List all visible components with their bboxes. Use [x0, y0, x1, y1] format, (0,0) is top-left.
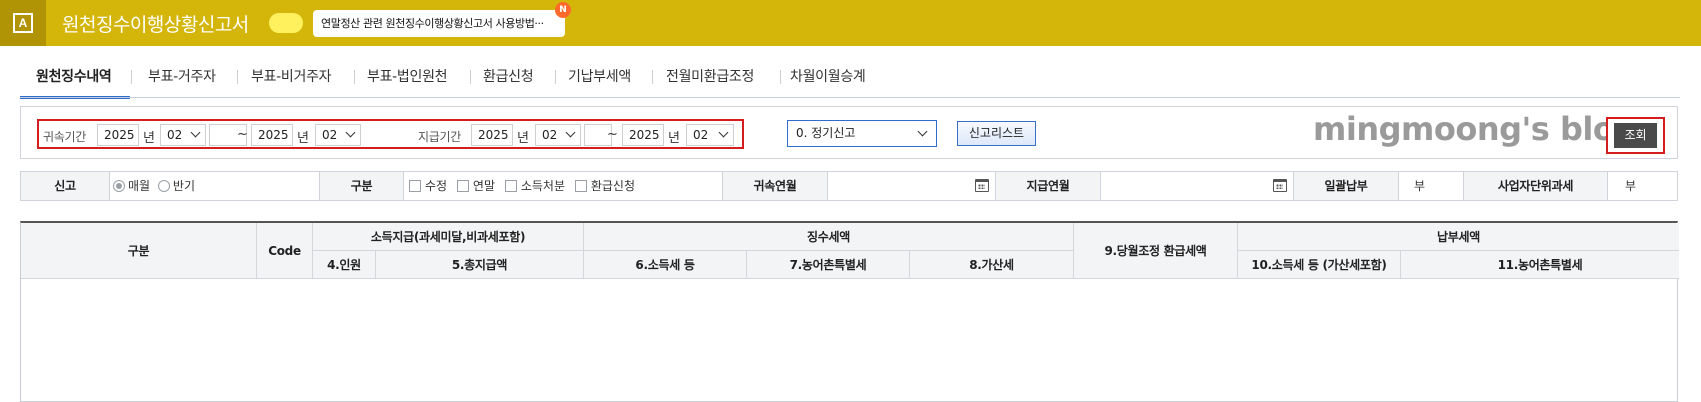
radio-monthly[interactable]: 매월: [113, 179, 150, 193]
tab-nonresident[interactable]: 부표-비거주자: [251, 66, 332, 86]
category-label: 구분: [320, 172, 403, 200]
payment-period-label: 지급기간: [418, 130, 461, 144]
report-list-button[interactable]: 신고리스트: [957, 121, 1036, 146]
attribution-to-year[interactable]: 2025: [251, 124, 293, 146]
chevron-down-icon: [345, 127, 356, 138]
query-button[interactable]: 조회: [1614, 123, 1657, 148]
unit-tax-value: 부: [1625, 179, 1637, 193]
notice-tooltip[interactable]: 연말정산 관련 원천징수이행상황신고서 사용방법···: [313, 10, 565, 37]
tab-separator: [780, 70, 781, 84]
year-unit-label: 년: [668, 131, 680, 146]
checkbox-yearend[interactable]: 연말: [456, 179, 495, 193]
divider: [1398, 172, 1399, 200]
attribution-from-month-select[interactable]: 02: [160, 124, 206, 146]
grid-header-withheld-group: 징수세액: [584, 223, 1074, 251]
divider: [1100, 172, 1101, 200]
attribution-month-label: 귀속연월: [723, 172, 827, 200]
period-selection-group: 귀속기간 2025 년 02 ~ 2025 년 02 지급기간 2025 년 0…: [37, 119, 744, 149]
tab-divider: [20, 97, 1680, 98]
grid-header-income-group: 소득지급(과세미달,비과세포함): [313, 223, 584, 251]
payment-from-month-select[interactable]: 02: [535, 124, 581, 146]
report-label: 신고: [21, 172, 109, 200]
attribution-period-label: 귀속기간: [43, 130, 86, 144]
attribution-from-year[interactable]: 2025: [97, 124, 139, 146]
grid-header-people: 4.인원: [313, 251, 376, 279]
radio-icon: [157, 180, 170, 192]
checkbox-amend[interactable]: 수정: [409, 179, 447, 193]
tab-separator: [470, 70, 471, 84]
grid-header-category: 구분: [21, 223, 257, 279]
lump-payment-label: 일괄납부: [1294, 172, 1398, 200]
radio-selected-icon: [113, 180, 125, 192]
tab-separator: [652, 70, 653, 84]
data-grid: 구분 Code 소득지급(과세미달,비과세포함) 4.인원 5.총지급액 징수세…: [20, 221, 1679, 402]
tab-corporate[interactable]: 부표-법인원천: [367, 66, 448, 86]
checkbox-icon: [456, 180, 469, 192]
grid-header-pay-income-tax: 10.소득세 등 (가산세포함): [1238, 251, 1401, 279]
tab-refund-request[interactable]: 환급신청: [483, 66, 534, 86]
tab-carryover[interactable]: 차월이월승계: [790, 66, 866, 86]
chevron-down-icon: [718, 127, 729, 138]
period-radio-group: 매월 반기: [113, 172, 195, 200]
checkbox-icon: [574, 180, 587, 192]
options-bar: 신고 매월 반기 구분 수정 연말 소득처분 환급신청 귀속연월 지급연월 일괄…: [20, 171, 1678, 201]
grid-header-additional-tax: 8.가산세: [910, 251, 1074, 279]
report-type-select[interactable]: 0. 정기신고: [787, 120, 937, 147]
calendar-icon[interactable]: [1273, 179, 1287, 192]
grid-header-payment-group: 납부세액: [1238, 223, 1679, 251]
checkbox-income-disposal[interactable]: 소득처분: [504, 179, 565, 193]
tab-separator: [354, 70, 355, 84]
category-checkboxes: 수정 연말 소득처분 환급신청: [409, 172, 635, 200]
grid-header-total-pay: 5.총지급액: [376, 251, 584, 279]
tab-resident[interactable]: 부표-거주자: [148, 66, 216, 86]
radio-half-year[interactable]: 반기: [157, 179, 195, 193]
year-unit-label: 년: [143, 131, 155, 146]
payment-from-year[interactable]: 2025: [471, 124, 513, 146]
payment-month-label: 지급연월: [996, 172, 1100, 200]
blog-watermark: mingmoong's blog: [1313, 110, 1637, 148]
divider: [827, 172, 828, 200]
tab-separator: [555, 70, 556, 84]
year-unit-label: 년: [297, 131, 309, 146]
year-unit-label: 년: [517, 131, 529, 146]
payment-to-month-select[interactable]: 02: [686, 124, 734, 146]
title-bar: A 원천징수이행상황신고서 연말정산 관련 원천징수이행상황신고서 사용방법··…: [0, 0, 1701, 46]
grid-header-income-tax: 6.소득세 등: [584, 251, 747, 279]
range-separator: ~: [607, 127, 618, 142]
divider: [109, 172, 110, 200]
tab-withholding-details[interactable]: 원천징수내역: [36, 66, 112, 86]
checkbox-icon: [409, 180, 421, 192]
tab-separator: [131, 70, 132, 84]
unit-tax-label: 사업자단위과세: [1464, 172, 1607, 200]
new-badge: N: [555, 2, 571, 18]
divider: [1607, 172, 1608, 200]
divider: [403, 172, 404, 200]
range-separator: ~: [237, 127, 248, 142]
checkbox-icon: [504, 180, 517, 192]
grid-header-code: Code: [257, 223, 313, 279]
chevron-down-icon: [190, 127, 201, 138]
payment-to-year[interactable]: 2025: [622, 124, 664, 146]
checkbox-refund[interactable]: 환급신청: [574, 179, 635, 193]
calendar-icon[interactable]: [975, 179, 989, 192]
attribution-to-month-select[interactable]: 02: [315, 124, 361, 146]
chevron-down-icon: [917, 126, 928, 137]
lump-payment-value: 부: [1414, 179, 1426, 193]
grid-header-pay-rural-tax: 11.농어촌특별세: [1401, 251, 1679, 279]
grid-header-rural-tax: 7.농어촌특별세: [747, 251, 910, 279]
app-logo-icon: A: [0, 0, 46, 46]
grid-header-monthly-refund: 9.당월조정 환급세액: [1074, 223, 1238, 279]
tab-separator: [237, 70, 238, 84]
page-title: 원천징수이행상황신고서: [62, 14, 249, 36]
tab-bar: 원천징수내역 부표-거주자 부표-비거주자 부표-법인원천 환급신청 기납부세액…: [20, 56, 1680, 99]
chevron-down-icon: [565, 127, 576, 138]
tab-prepaid-tax[interactable]: 기납부세액: [568, 66, 631, 86]
tab-prev-month-refund[interactable]: 전월미환급조정: [666, 66, 754, 86]
help-toggle[interactable]: [269, 13, 303, 33]
